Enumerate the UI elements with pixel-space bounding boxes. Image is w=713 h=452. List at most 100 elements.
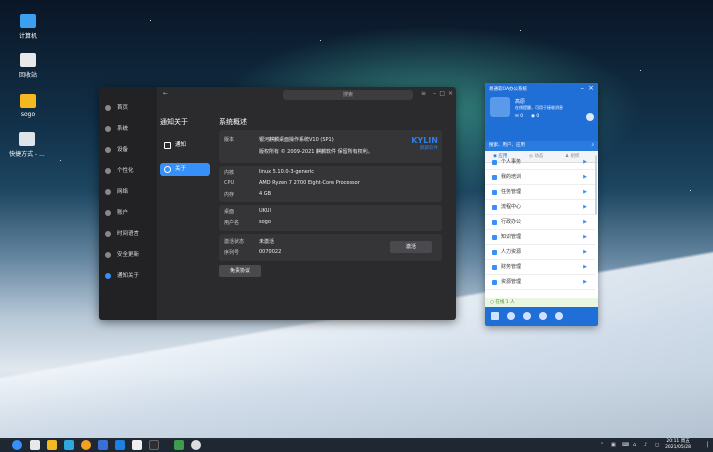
username-value: sogo <box>259 219 271 225</box>
oa-menu-hr[interactable]: 人力资源 ▶ <box>485 245 595 260</box>
oa-menu-resources[interactable]: 资源管理 ▶ <box>485 275 595 290</box>
desktop-icon-computer[interactable]: 计算机 <box>8 14 48 40</box>
settings-app-icon[interactable] <box>115 440 125 450</box>
oa-window: 易通软OA办公系统 – × 高原 在线提醒，可用于接收消息 ✉ 0 ◉ 0 搜索… <box>485 83 598 326</box>
oa-menu-admin[interactable]: 行政办公 ▶ <box>485 215 595 230</box>
nav-notify-about[interactable]: 通知关于 <box>99 269 157 283</box>
back-arrow-icon[interactable]: ← <box>163 90 168 97</box>
oa-menu-tasks[interactable]: 任务管理 ▶ <box>485 185 595 200</box>
copyright-text: 版权所有 © 2009-2021 麒麟软件 保留所有权利。 <box>259 149 373 155</box>
oa-app-icon[interactable] <box>174 440 184 450</box>
hardware-card: 内核 linux 5.10.0-3-generic CPU AMD Ryzen 7 … <box>219 166 442 202</box>
avatar[interactable] <box>490 97 510 117</box>
notification-icon[interactable]: ◻ <box>655 438 659 452</box>
firefox-icon[interactable] <box>81 440 91 450</box>
activation-card: 激活状态 未激活 序列号 0070022 激活 <box>219 234 442 261</box>
serial-value: 0070022 <box>259 249 282 255</box>
start-menu-icon[interactable] <box>12 440 22 450</box>
book-icon <box>492 175 497 180</box>
nav-account[interactable]: 账户 <box>99 206 157 220</box>
tag-icon[interactable] <box>539 312 547 320</box>
desktop-info-card: 桌面 UKUI 用户名 sogo <box>219 205 442 231</box>
shield-icon <box>105 252 111 258</box>
desktop-icon-shortcut[interactable]: 快捷方式 - ... <box>2 132 52 158</box>
nav-network[interactable]: 网络 <box>99 185 157 199</box>
show-desktop-icon[interactable]: ▕ <box>704 438 708 452</box>
settings-sidebar: 首页 系统 设备 个性化 网络 账户 时间语言 安全更新 通知关于 <box>99 87 157 320</box>
hr-icon <box>492 250 497 255</box>
chevron-right-icon: ▶ <box>583 249 587 255</box>
network-icon <box>105 189 111 195</box>
sub-item-notify[interactable]: 通知 <box>160 139 210 152</box>
volume-icon[interactable]: ♪ <box>644 438 647 452</box>
browser-icon[interactable] <box>64 440 74 450</box>
activation-value: 未激活 <box>259 239 275 245</box>
minimize-icon[interactable]: – <box>433 90 436 97</box>
maximize-icon[interactable]: □ <box>439 90 445 97</box>
system-app-icon[interactable] <box>191 440 201 450</box>
nav-personalize[interactable]: 个性化 <box>99 164 157 178</box>
knowledge-icon <box>492 235 497 240</box>
chevron-right-icon: ▶ <box>583 279 587 285</box>
oa-menu-finance[interactable]: 财务管理 ▶ <box>485 260 595 275</box>
menu-icon[interactable] <box>491 312 499 320</box>
resource-icon <box>492 280 497 285</box>
oa-search-input[interactable]: 搜索、用户、应用 ⌕ <box>485 141 598 151</box>
oa-menu-knowledge[interactable]: 知识管理 ▶ <box>485 230 595 245</box>
system-icon <box>105 126 111 132</box>
sub-item-about[interactable]: 关于 <box>160 163 210 176</box>
kylin-assistant-icon[interactable] <box>132 440 142 450</box>
menu-icon[interactable]: ≡ <box>421 90 426 97</box>
agreement-button[interactable]: 免责协议 <box>219 265 261 277</box>
oa-header: 易通软OA办公系统 – × 高原 在线提醒，可用于接收消息 ✉ 0 ◉ 0 <box>485 83 598 141</box>
clock-date: 2021/05/28 <box>665 445 691 450</box>
chevron-right-icon: ▶ <box>583 264 587 270</box>
computer-icon <box>20 14 36 28</box>
notice-count[interactable]: ◉ 0 <box>531 114 539 119</box>
trash-icon <box>20 53 36 67</box>
settings-titlebar: ← 搜索 ≡ – □ × <box>157 87 456 101</box>
chevron-up-icon[interactable]: ⌃ <box>600 438 604 452</box>
oa-user-status: 在线提醒，可用于接收消息 <box>515 105 563 110</box>
oa-menu-training[interactable]: 我的培训 ▶ <box>485 170 595 185</box>
activate-button[interactable]: 激活 <box>390 241 432 253</box>
chevron-right-icon: ▶ <box>583 219 587 225</box>
desktop-icon-home[interactable]: sogo <box>8 94 48 118</box>
oa-scrollbar[interactable] <box>595 155 597 215</box>
desktop-icon-trash[interactable]: 回收站 <box>8 53 48 79</box>
kylin-logo: KYLIN 麒麟软件 <box>411 136 438 151</box>
close-icon[interactable]: × <box>448 90 453 97</box>
file-manager-icon[interactable] <box>47 440 57 450</box>
network-icon[interactable]: ⌂ <box>633 438 636 452</box>
close-icon[interactable]: × <box>588 84 594 92</box>
nav-home[interactable]: 首页 <box>99 101 157 115</box>
nav-security-update[interactable]: 安全更新 <box>99 248 157 262</box>
mail-count[interactable]: ✉ 0 <box>515 114 523 119</box>
multitask-icon[interactable] <box>30 440 40 450</box>
oa-menu-workflow[interactable]: 流程中心 ▶ <box>485 200 595 215</box>
middle-title: 通知关于 <box>160 118 188 126</box>
wps-icon[interactable] <box>98 440 108 450</box>
nav-devices[interactable]: 设备 <box>99 143 157 157</box>
share-icon[interactable] <box>523 312 531 320</box>
oa-menu-personal[interactable]: 个人事务 ▶ <box>485 155 595 170</box>
minimize-icon[interactable]: – <box>581 84 585 92</box>
chevron-right-icon: ▶ <box>583 234 587 240</box>
nav-time-language[interactable]: 时间语言 <box>99 227 157 241</box>
nav-system[interactable]: 系统 <box>99 122 157 136</box>
message-icon[interactable] <box>555 312 563 320</box>
settings-search-input[interactable]: 搜索 <box>283 90 413 100</box>
search-icon: ⌕ <box>591 143 594 148</box>
gear-icon[interactable] <box>507 312 515 320</box>
keyboard-icon[interactable]: ⌨ <box>622 438 629 452</box>
terminal-icon[interactable] <box>149 440 159 450</box>
oa-footer-toolbar <box>485 307 598 326</box>
devices-icon <box>105 147 111 153</box>
task-icon <box>492 190 497 195</box>
tray-app-icon[interactable]: ▣ <box>611 438 616 452</box>
taskbar-clock[interactable]: 20:11 周五 2021/05/28 <box>665 439 691 451</box>
desktop-value: UKUI <box>259 208 271 214</box>
cpu-value: AMD Ryzen 7 2700 Eight-Core Processor <box>259 180 360 186</box>
admin-icon <box>492 220 497 225</box>
settings-icon[interactable] <box>586 113 594 121</box>
